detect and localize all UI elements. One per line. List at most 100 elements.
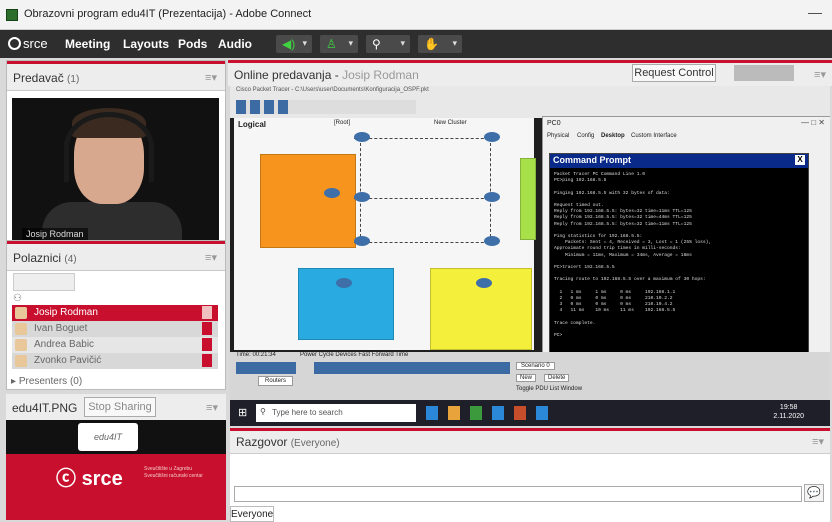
scenario-select[interactable]: Scenario 0 bbox=[516, 362, 555, 370]
close-icon[interactable]: X bbox=[795, 155, 805, 165]
tab-custom-interface[interactable]: Custom Interface bbox=[631, 133, 677, 139]
file-pod: edu4IT.PNG Stop Sharing ≡▾ edu4IT ⓒ srce… bbox=[6, 394, 226, 520]
chat-pod-title: Razgovor (Everyone) bbox=[236, 435, 340, 449]
device-model-icons[interactable] bbox=[314, 362, 510, 374]
packet-tracer-title: Cisco Packet Tracer - C:\Users\user\Docu… bbox=[236, 87, 429, 93]
router-icon[interactable] bbox=[484, 132, 500, 142]
network-area-orange bbox=[260, 154, 356, 248]
search-icon: ⚲ bbox=[260, 407, 266, 416]
link bbox=[360, 138, 361, 242]
router-icon[interactable] bbox=[354, 192, 370, 202]
link bbox=[490, 138, 491, 242]
chat-pod: Razgovor (Everyone) ≡▾ 💬 Everyone bbox=[230, 428, 830, 522]
pod-menu-icon[interactable]: ≡▾ bbox=[206, 401, 218, 414]
pod-accent bbox=[228, 60, 832, 63]
search-placeholder: Type here to search bbox=[272, 408, 343, 417]
file-pod-header: edu4IT.PNG Stop Sharing ≡▾ bbox=[6, 394, 226, 421]
router-icon[interactable] bbox=[354, 236, 370, 246]
presenter-webcam: Josip Rodman bbox=[12, 98, 219, 246]
menu-pods[interactable]: Pods bbox=[178, 37, 207, 51]
packet-tracer-bottom-panel: Time: 00:21:34 Power Cycle Devices Fast … bbox=[230, 352, 830, 400]
attendee-view-toggle[interactable] bbox=[13, 273, 75, 291]
request-control-button[interactable]: Request Control bbox=[632, 64, 716, 82]
time-label: Time: 00:21:34 bbox=[236, 352, 276, 358]
tab-desktop[interactable]: Desktop bbox=[601, 133, 625, 139]
menu-layouts[interactable]: Layouts bbox=[123, 37, 169, 51]
pod-menu-icon[interactable]: ≡▾ bbox=[812, 435, 824, 448]
new-scenario-button[interactable]: New bbox=[516, 374, 537, 382]
windows-start-icon[interactable]: ⊞ bbox=[238, 406, 247, 419]
attendees-pod-header: Polaznici (4) ≡▾ bbox=[7, 244, 225, 271]
packet-tracer-toolbar: Cisco Packet Tracer - C:\Users\user\Docu… bbox=[230, 86, 830, 118]
windows-taskbar: ⊞ ⚲ Type here to search 19:58 2.11.2020 bbox=[230, 400, 830, 426]
window-titlebar: Obrazovni program edu4IT (Prezentacija) … bbox=[0, 0, 832, 30]
pod-menu-icon[interactable]: ≡▾ bbox=[205, 251, 217, 264]
cluster-label: New Cluster bbox=[434, 120, 467, 126]
packet-tracer-tool-icons[interactable] bbox=[236, 100, 416, 114]
link bbox=[354, 138, 494, 139]
taskbar-app-icons[interactable] bbox=[426, 406, 576, 420]
router-icon[interactable] bbox=[484, 236, 500, 246]
headset-icon bbox=[64, 112, 154, 182]
speaker-icon: ◀) bbox=[282, 37, 296, 51]
pod-menu-icon[interactable]: ≡▾ bbox=[814, 68, 826, 81]
router-icon[interactable] bbox=[484, 192, 500, 202]
pod-menu-icon[interactable]: ≡▾ bbox=[205, 71, 217, 84]
presenters-group-label[interactable]: ▸ Presenters (0) bbox=[11, 376, 82, 387]
chevron-down-icon: ▾ bbox=[452, 38, 457, 48]
chat-message-input[interactable] bbox=[234, 486, 802, 502]
taskbar-search[interactable]: ⚲ Type here to search bbox=[256, 404, 416, 422]
raise-hand-control[interactable]: ✋ ▾ bbox=[418, 35, 462, 53]
user-avatar bbox=[15, 307, 27, 319]
view-mode-toggle[interactable] bbox=[734, 65, 794, 81]
speaker-control[interactable]: ◀) ▾ bbox=[276, 35, 312, 53]
switch-icon[interactable] bbox=[336, 278, 352, 288]
chevron-down-icon: ▾ bbox=[348, 38, 353, 48]
command-prompt[interactable]: Command Prompt X Packet Tracer PC Command… bbox=[549, 153, 809, 365]
switch-icon[interactable] bbox=[476, 278, 492, 288]
link bbox=[354, 242, 494, 243]
shared-screen: Cisco Packet Tracer - C:\Users\user\Docu… bbox=[230, 86, 830, 426]
attendees-pod-title: Polaznici (4) bbox=[13, 251, 77, 265]
share-pod-title: Online predavanja - Josip Rodman bbox=[234, 68, 419, 82]
close-icon[interactable]: — □ ✕ bbox=[801, 118, 825, 127]
presenter-pod-title: Predavač (1) bbox=[13, 71, 80, 85]
network-topology-canvas[interactable]: Logical [Root] New Cluster bbox=[234, 118, 536, 350]
menu-bar: srce Meeting Layouts Pods Audio ◀) ▾ ♙ ▾ ⚲… bbox=[0, 30, 832, 58]
router-icon[interactable] bbox=[354, 132, 370, 142]
attendee-row[interactable]: Ivan Boguet bbox=[12, 321, 218, 337]
camera-icon: ⚲ bbox=[372, 37, 381, 51]
device-type-icons[interactable] bbox=[236, 362, 296, 374]
share-pod-header: Online predavanja - Josip Rodman Request… bbox=[228, 60, 832, 86]
routers-label: Routers bbox=[258, 376, 294, 386]
tab-physical[interactable]: Physical bbox=[547, 133, 569, 139]
tab-config[interactable]: Config bbox=[577, 133, 594, 139]
user-avatar bbox=[15, 323, 27, 335]
webcam-name-label: Josip Rodman bbox=[22, 228, 88, 240]
taskbar-clock: 19:58 2.11.2020 bbox=[773, 404, 804, 420]
user-avatar bbox=[15, 339, 27, 351]
minimize-button[interactable]: — bbox=[808, 4, 822, 20]
microphone-control[interactable]: ♙ ▾ bbox=[320, 35, 358, 53]
menu-meeting[interactable]: Meeting bbox=[65, 37, 110, 51]
file-pod-title: edu4IT.PNG bbox=[12, 401, 78, 415]
stop-sharing-button[interactable]: Stop Sharing bbox=[84, 397, 156, 417]
status-flag-icon bbox=[202, 354, 212, 367]
switch-icon[interactable] bbox=[324, 188, 340, 198]
user-avatar bbox=[15, 355, 27, 367]
power-cycle-label: Power Cycle Devices Fast Forward Time bbox=[300, 352, 409, 358]
camera-control[interactable]: ⚲ ▾ bbox=[366, 35, 410, 53]
status-flag-icon bbox=[202, 322, 212, 335]
delete-scenario-button[interactable]: Delete bbox=[544, 374, 570, 382]
attendee-row[interactable]: Zvonko Pavičić bbox=[12, 353, 218, 369]
toggle-pdu-label[interactable]: Toggle PDU List Window bbox=[516, 386, 582, 392]
menu-audio[interactable]: Audio bbox=[218, 37, 252, 51]
attendee-row[interactable]: Josip Rodman bbox=[12, 305, 218, 321]
chat-tab-everyone[interactable]: Everyone bbox=[230, 506, 274, 522]
microphone-icon: ♙ bbox=[326, 37, 337, 51]
app-icon bbox=[6, 9, 18, 21]
send-message-button[interactable]: 💬 bbox=[804, 484, 824, 502]
command-prompt-header: Command Prompt X bbox=[550, 154, 808, 168]
attendee-row[interactable]: Andrea Babic bbox=[12, 337, 218, 353]
network-area-green bbox=[520, 158, 536, 240]
